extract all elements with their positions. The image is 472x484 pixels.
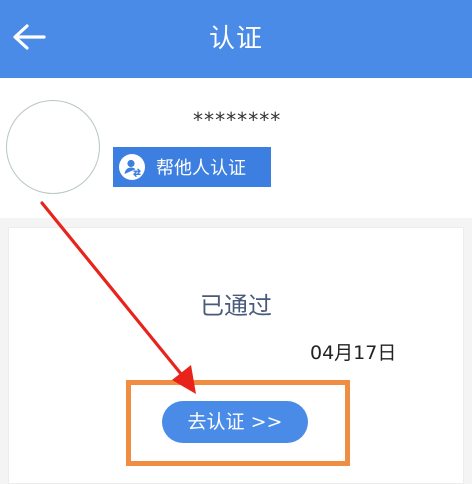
- page-title: 认证: [208, 24, 263, 54]
- go-verify-button[interactable]: 去认证 >>: [162, 401, 308, 443]
- user-switch-icon: [119, 154, 145, 180]
- help-others-verify-button[interactable]: 帮他人认证: [113, 147, 271, 187]
- top-bar: 认证: [0, 0, 472, 78]
- status-text: 已通过: [200, 292, 272, 320]
- masked-username: ********: [192, 108, 281, 132]
- verification-date: 04月17日: [310, 342, 397, 364]
- avatar: [6, 100, 100, 194]
- profile-section: ******** 帮他人认证: [0, 78, 472, 218]
- help-others-verify-label: 帮他人认证: [156, 158, 246, 179]
